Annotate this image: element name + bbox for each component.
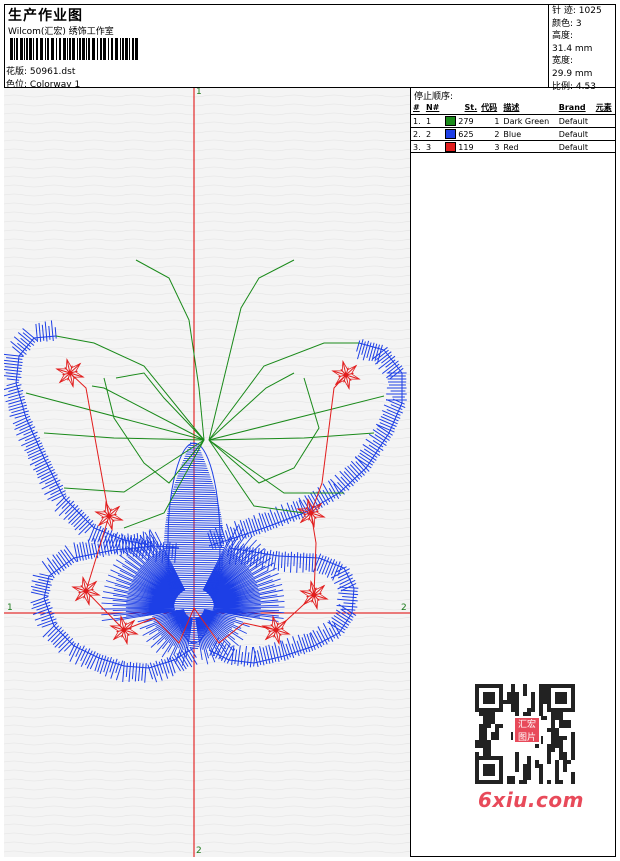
panel-divider bbox=[411, 152, 616, 153]
color-swatch bbox=[445, 142, 457, 152]
row-code: 1 bbox=[479, 114, 502, 128]
row-stitches: 279 bbox=[443, 114, 480, 128]
row-needle: 1 bbox=[423, 114, 444, 128]
axis-label-top: 1 bbox=[196, 88, 202, 97]
row-element bbox=[593, 114, 616, 128]
row-element bbox=[593, 127, 616, 141]
design-label: 花版: bbox=[6, 67, 28, 77]
row-description: Blue bbox=[501, 127, 557, 141]
table-row: 2. 2 625 2 Blue Default bbox=[411, 127, 616, 141]
height-label: 高度: bbox=[552, 31, 574, 42]
qr-badge-label: 汇宏图片 bbox=[517, 720, 536, 743]
row-brand: Default bbox=[556, 127, 594, 141]
axis-label-right: 2 bbox=[401, 603, 407, 613]
butterfly-embroidery bbox=[4, 88, 410, 857]
width-label: 宽度: bbox=[552, 56, 574, 67]
table-row: 1. 1 279 1 Dark Green Default bbox=[411, 114, 616, 128]
col-needle: N# bbox=[425, 103, 440, 112]
design-canvas[interactable]: 1 2 1 2 bbox=[4, 88, 411, 857]
row-index: 1. bbox=[411, 114, 424, 128]
col-element: 元素 bbox=[595, 103, 612, 112]
table-header-row: # N# St. 代码 描述 Brand 元素 bbox=[411, 101, 616, 115]
col-code: 代码 bbox=[481, 103, 498, 112]
company-name: Wilcom(汇宏) 绣饰工作室 bbox=[8, 27, 114, 37]
stitch-count: 279 bbox=[458, 116, 474, 126]
stop-sequence-title: 停止顺序: bbox=[414, 92, 454, 102]
color-swatch bbox=[445, 116, 457, 126]
axis-label-bottom: 2 bbox=[196, 846, 202, 856]
site-logo: 6xiu.com bbox=[478, 788, 584, 812]
row-description: Dark Green bbox=[501, 114, 557, 128]
page-title: 生产作业图 bbox=[8, 8, 83, 24]
colors-label: 颜色: bbox=[552, 18, 574, 29]
axis-label-left: 1 bbox=[7, 603, 13, 613]
stitches-label: 针 迹: bbox=[552, 6, 576, 16]
header: 生产作业图 Wilcom(汇宏) 绣饰工作室 花版: 50961.dst 色位:… bbox=[4, 4, 616, 92]
design-height: 31.4 mm bbox=[552, 43, 593, 54]
design-stats: 针 迹: 1025 颜色: 3 高度: 31.4 mm 宽度: 29.9 mm … bbox=[548, 4, 616, 92]
qr-code-watermark: 汇宏图片 bbox=[471, 680, 579, 788]
color-count: 3 bbox=[575, 18, 582, 29]
qr-badge: 汇宏图片 bbox=[513, 716, 541, 744]
design-name-row: 花版: 50961.dst bbox=[6, 64, 75, 77]
stitch-count: 625 bbox=[458, 129, 474, 139]
row-brand: Default bbox=[556, 114, 594, 128]
barcode bbox=[10, 38, 138, 60]
stop-sequence-table: # N# St. 代码 描述 Brand 元素 1. 1 279 1 Dark Gree… bbox=[411, 101, 616, 153]
col-brand: Brand bbox=[558, 103, 586, 112]
row-code: 2 bbox=[479, 127, 502, 141]
design-width: 29.9 mm bbox=[552, 68, 593, 79]
row-needle: 2 bbox=[423, 127, 444, 141]
color-swatch bbox=[445, 129, 457, 139]
design-name: 50961.dst bbox=[29, 67, 76, 77]
stitch-count: 119 bbox=[458, 142, 474, 152]
stitch-count: 1025 bbox=[578, 6, 602, 16]
col-description: 描述 bbox=[503, 103, 520, 112]
col-index: # bbox=[413, 103, 420, 112]
row-index: 2. bbox=[411, 127, 424, 141]
row-stitches: 625 bbox=[443, 127, 480, 141]
col-stitches: St. bbox=[464, 103, 478, 112]
